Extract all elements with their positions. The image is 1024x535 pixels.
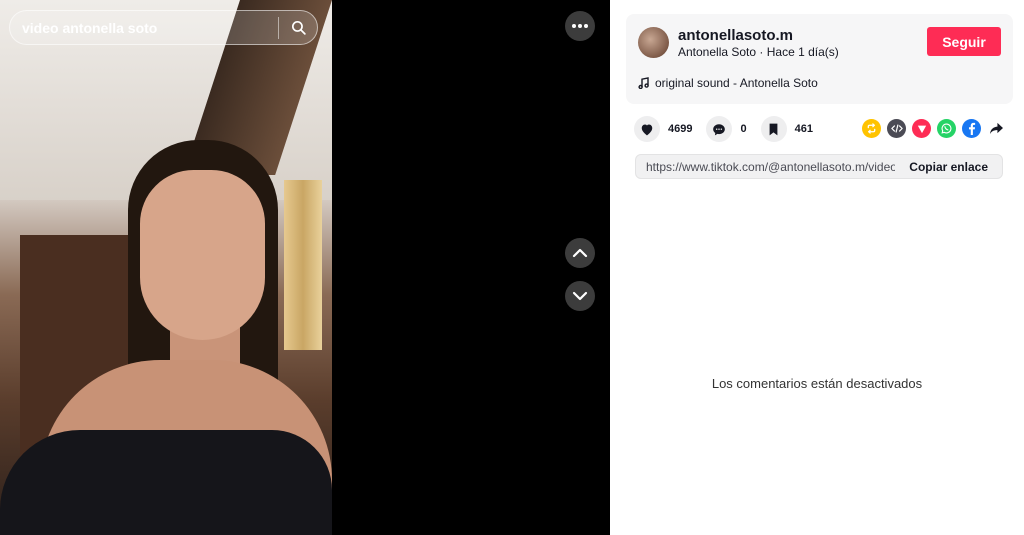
- details-panel: antonellasoto.m Antonella Soto · Hace 1 …: [610, 0, 1024, 535]
- search-icon[interactable]: [279, 10, 317, 45]
- next-video-button[interactable]: [565, 281, 595, 311]
- video-link-bar: https://www.tiktok.com/@antonellasoto.m/…: [635, 154, 1003, 179]
- search-input[interactable]: video antonella soto: [10, 20, 278, 36]
- sound-link[interactable]: original sound - Antonella Soto: [638, 76, 818, 90]
- embed-icon[interactable]: [887, 119, 906, 138]
- comment-count: 0: [740, 123, 747, 135]
- comment-button[interactable]: 0: [706, 116, 747, 142]
- save-count: 461: [794, 123, 813, 135]
- chevron-up-icon: [572, 248, 588, 258]
- repost-icon[interactable]: [862, 119, 881, 138]
- video-panel: video antonella soto: [0, 0, 610, 535]
- sound-label: original sound - Antonella Soto: [655, 76, 818, 90]
- video-url[interactable]: https://www.tiktok.com/@antonellasoto.m/…: [636, 160, 895, 174]
- whatsapp-icon[interactable]: [937, 119, 956, 138]
- bookmark-icon: [760, 116, 787, 142]
- like-button[interactable]: 4699: [634, 116, 692, 142]
- post-date: Hace 1 día(s): [766, 45, 839, 59]
- search-box[interactable]: video antonella soto: [9, 10, 318, 45]
- facebook-icon[interactable]: [962, 119, 981, 138]
- copy-link-button[interactable]: Copiar enlace: [895, 160, 1002, 174]
- like-count: 4699: [668, 123, 693, 135]
- previous-video-button[interactable]: [565, 238, 595, 268]
- author-display-name: Antonella Soto: [678, 45, 757, 59]
- subline-separator: ·: [756, 45, 767, 59]
- share-options: [862, 119, 1006, 138]
- share-arrow-icon[interactable]: [987, 119, 1006, 138]
- engagement-actions: 4699 0 461: [634, 116, 827, 142]
- comments-disabled-message: Los comentarios están desactivados: [711, 376, 923, 391]
- send-icon[interactable]: [912, 119, 931, 138]
- comment-icon: [706, 116, 733, 142]
- author-card: antonellasoto.m Antonella Soto · Hace 1 …: [626, 14, 1013, 104]
- author-username[interactable]: antonellasoto.m: [678, 27, 793, 44]
- chevron-down-icon: [572, 291, 588, 301]
- more-options-button[interactable]: [565, 11, 595, 41]
- save-button[interactable]: 461: [760, 116, 813, 142]
- avatar[interactable]: [638, 27, 669, 58]
- author-subline: Antonella Soto · Hace 1 día(s): [678, 45, 839, 59]
- video-player[interactable]: [0, 0, 332, 535]
- follow-button[interactable]: Seguir: [927, 27, 1001, 56]
- more-icon: [572, 24, 588, 28]
- music-note-icon: [638, 77, 649, 89]
- tiktok-video-page: video antonella soto antonellasoto.m Ant…: [0, 0, 1024, 535]
- heart-icon: [634, 116, 660, 142]
